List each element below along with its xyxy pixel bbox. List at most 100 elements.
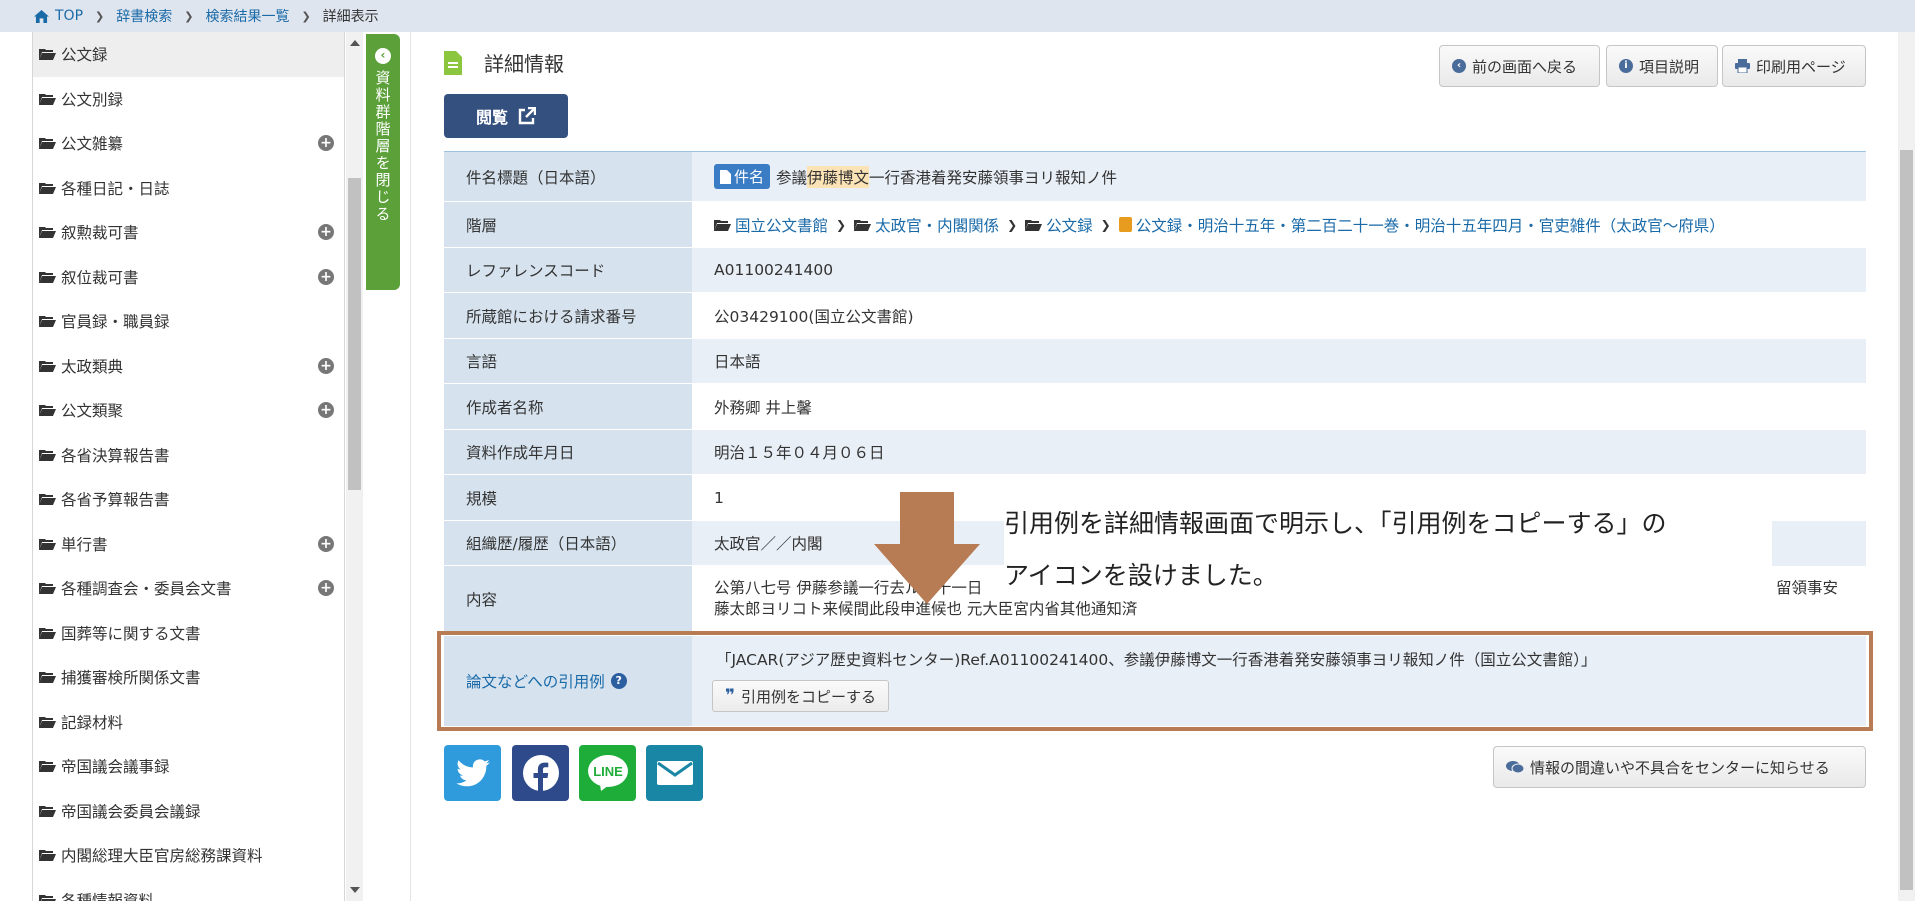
- twitter-icon: [455, 759, 490, 787]
- expand-plus-icon[interactable]: +: [318, 357, 334, 374]
- sidebar-item-label: 太政類典: [61, 357, 124, 376]
- sidebar-item[interactable]: 帝国議会議事録: [33, 744, 344, 789]
- sidebar-item[interactable]: 各省予算報告書: [33, 477, 344, 522]
- close-hierarchy-label: 資料群階層を閉じる: [373, 70, 392, 223]
- row-label: 言語: [444, 339, 692, 383]
- scrollbar-thumb[interactable]: [1900, 150, 1913, 890]
- annotation-line-1: 引用例を詳細情報画面で明示し、「引用例をコピーする」の: [1004, 509, 1667, 538]
- row-label: 作成者名称: [444, 384, 692, 429]
- citation-label[interactable]: 論文などへの引用例 ?: [444, 636, 692, 726]
- expand-plus-icon[interactable]: +: [318, 402, 334, 419]
- sidebar-item[interactable]: 内閣総理大臣官房総務課資料: [33, 833, 344, 878]
- hierarchy-path: 国立公文書館 ❯ 太政官・内閣関係 ❯ 公文録 ❯ 公文録・明治十五年・第二百二…: [692, 202, 1866, 247]
- sidebar-item[interactable]: 叙位裁可書 +: [33, 255, 344, 300]
- copy-citation-button[interactable]: ❞ 引用例をコピーする: [712, 680, 889, 712]
- sidebar-item[interactable]: 公文類聚 +: [33, 388, 344, 433]
- facebook-share-button[interactable]: [512, 745, 569, 801]
- report-issue-button[interactable]: 情報の間違いや不具合をセンターに知らせる: [1493, 746, 1866, 788]
- row-callno: 所蔵館における請求番号 公03429100(国立公文書館): [444, 293, 1866, 339]
- sidebar-item-label: 公文類聚: [61, 402, 124, 421]
- sidebar-item[interactable]: 公文別録: [33, 77, 344, 122]
- back-button[interactable]: ‹ 前の画面へ戻る: [1439, 45, 1600, 87]
- scroll-up-arrow-icon[interactable]: [350, 40, 360, 46]
- sidebar-item[interactable]: 記録材料: [33, 700, 344, 745]
- scrollbar-thumb[interactable]: [348, 178, 361, 490]
- sidebar-item[interactable]: 太政類典 +: [33, 344, 344, 389]
- sidebar-item[interactable]: 叙勲裁可書 +: [33, 210, 344, 255]
- field-help-button[interactable]: i 項目説明: [1606, 45, 1718, 87]
- line-share-button[interactable]: LINE: [579, 745, 636, 801]
- folder-open-icon: [39, 538, 56, 550]
- sidebar-item-label: 公文雑纂: [61, 135, 124, 154]
- folder-open-icon: [39, 449, 56, 461]
- sidebar-item[interactable]: 各省決算報告書: [33, 433, 344, 478]
- sidebar-item-label: 内閣総理大臣官房総務課資料: [61, 847, 263, 866]
- page-title: 詳細情報: [444, 48, 564, 77]
- citation-value: 「JACAR(アジア歴史資料センター)Ref.A01100241400、参議伊藤…: [692, 636, 1866, 726]
- row-value: 件名 参議 伊藤博文 一行香港着発安藤領事ヨリ報知ノ件: [692, 152, 1866, 201]
- folder-open-icon: [714, 219, 731, 231]
- expand-plus-icon[interactable]: +: [318, 224, 334, 241]
- sidebar-item[interactable]: 各種調査会・委員会文書 +: [33, 566, 344, 611]
- sidebar-item[interactable]: 公文録: [33, 32, 344, 77]
- chevron-right-icon: ❯: [1007, 217, 1018, 232]
- sidebar-item[interactable]: 各種日記・日誌: [33, 166, 344, 211]
- scroll-down-arrow-icon[interactable]: [350, 887, 360, 893]
- hierarchy-link[interactable]: 公文録・明治十五年・第二百二十一巻・明治十五年四月・官吏雑件（太政官～府県）: [1136, 214, 1725, 236]
- breadcrumb: TOP ❯ 辞書検索 ❯ 検索結果一覧 ❯ 詳細表示: [0, 0, 1915, 32]
- row-date: 資料作成年月日 明治１５年０４月０６日: [444, 430, 1866, 475]
- info-icon: i: [1619, 59, 1633, 73]
- row-label: 規模: [444, 475, 692, 520]
- sidebar-item[interactable]: 各種情報資料: [33, 878, 344, 901]
- chevron-left-circle-icon: ‹: [1452, 59, 1466, 73]
- print-button[interactable]: 印刷用ページ: [1722, 45, 1866, 87]
- expand-plus-icon[interactable]: +: [318, 135, 334, 152]
- breadcrumb-top[interactable]: TOP: [55, 8, 83, 24]
- mail-share-button[interactable]: [646, 745, 703, 801]
- folder-open-icon: [39, 271, 56, 283]
- expand-plus-icon[interactable]: +: [318, 580, 334, 597]
- sidebar-scrollbar[interactable]: [346, 32, 363, 901]
- title-badge: 件名: [714, 164, 771, 189]
- report-issue-label: 情報の間違いや不具合をセンターに知らせる: [1530, 758, 1830, 777]
- comments-icon: [1506, 761, 1524, 774]
- sidebar-item[interactable]: 捕獲審検所関係文書: [33, 655, 344, 700]
- expand-plus-icon[interactable]: +: [318, 268, 334, 285]
- row-refcode: レファレンスコード A01100241400: [444, 248, 1866, 293]
- folder-open-icon: [39, 894, 56, 901]
- page-scrollbar[interactable]: [1898, 32, 1915, 901]
- field-help-label: 項目説明: [1639, 57, 1700, 76]
- row-label: 件名標題（日本語）: [444, 152, 692, 201]
- hierarchy-link[interactable]: 公文録: [1046, 214, 1093, 236]
- folder-open-icon: [854, 219, 872, 231]
- sidebar-item-label: 公文録: [61, 46, 108, 65]
- sidebar-item[interactable]: 国葬等に関する文書: [33, 611, 344, 656]
- row-label: レファレンスコード: [444, 248, 692, 292]
- sidebar-item[interactable]: 単行書 +: [33, 522, 344, 567]
- breadcrumb-dictionary-search[interactable]: 辞書検索: [116, 6, 172, 26]
- view-button[interactable]: 閲覧: [444, 94, 568, 138]
- question-icon[interactable]: ?: [610, 673, 627, 689]
- sidebar-item-label: 叙勲裁可書: [61, 224, 139, 243]
- sidebar-item[interactable]: 公文雑纂 +: [33, 121, 344, 166]
- sidebar-item[interactable]: 官員録・職員録: [33, 299, 344, 344]
- title-badge-label: 件名: [734, 168, 765, 186]
- sidebar-item-label: 各省決算報告書: [61, 446, 170, 465]
- row-citation: 論文などへの引用例 ? 「JACAR(アジア歴史資料センター)Ref.A0110…: [444, 636, 1866, 726]
- chevron-left-icon: ‹: [375, 48, 391, 64]
- home-icon: [34, 9, 49, 23]
- folder-open-icon: [39, 49, 56, 61]
- chevron-right-icon: ❯: [95, 9, 105, 23]
- folder-open-icon: [39, 627, 56, 639]
- book-icon: [1118, 217, 1132, 232]
- breadcrumb-search-results[interactable]: 検索結果一覧: [205, 6, 289, 26]
- folder-open-icon: [39, 227, 56, 239]
- sidebar-item-label: 各種情報資料: [61, 891, 155, 901]
- sidebar-item[interactable]: 帝国議会委員会議録: [33, 789, 344, 834]
- hierarchy-link[interactable]: 太政官・内閣関係: [875, 214, 999, 236]
- chevron-right-icon: ❯: [836, 217, 847, 232]
- expand-plus-icon[interactable]: +: [318, 535, 334, 552]
- hierarchy-link[interactable]: 国立公文書館: [735, 214, 828, 236]
- twitter-share-button[interactable]: [444, 745, 501, 801]
- close-hierarchy-tab[interactable]: ‹ 資料群階層を閉じる: [366, 34, 400, 290]
